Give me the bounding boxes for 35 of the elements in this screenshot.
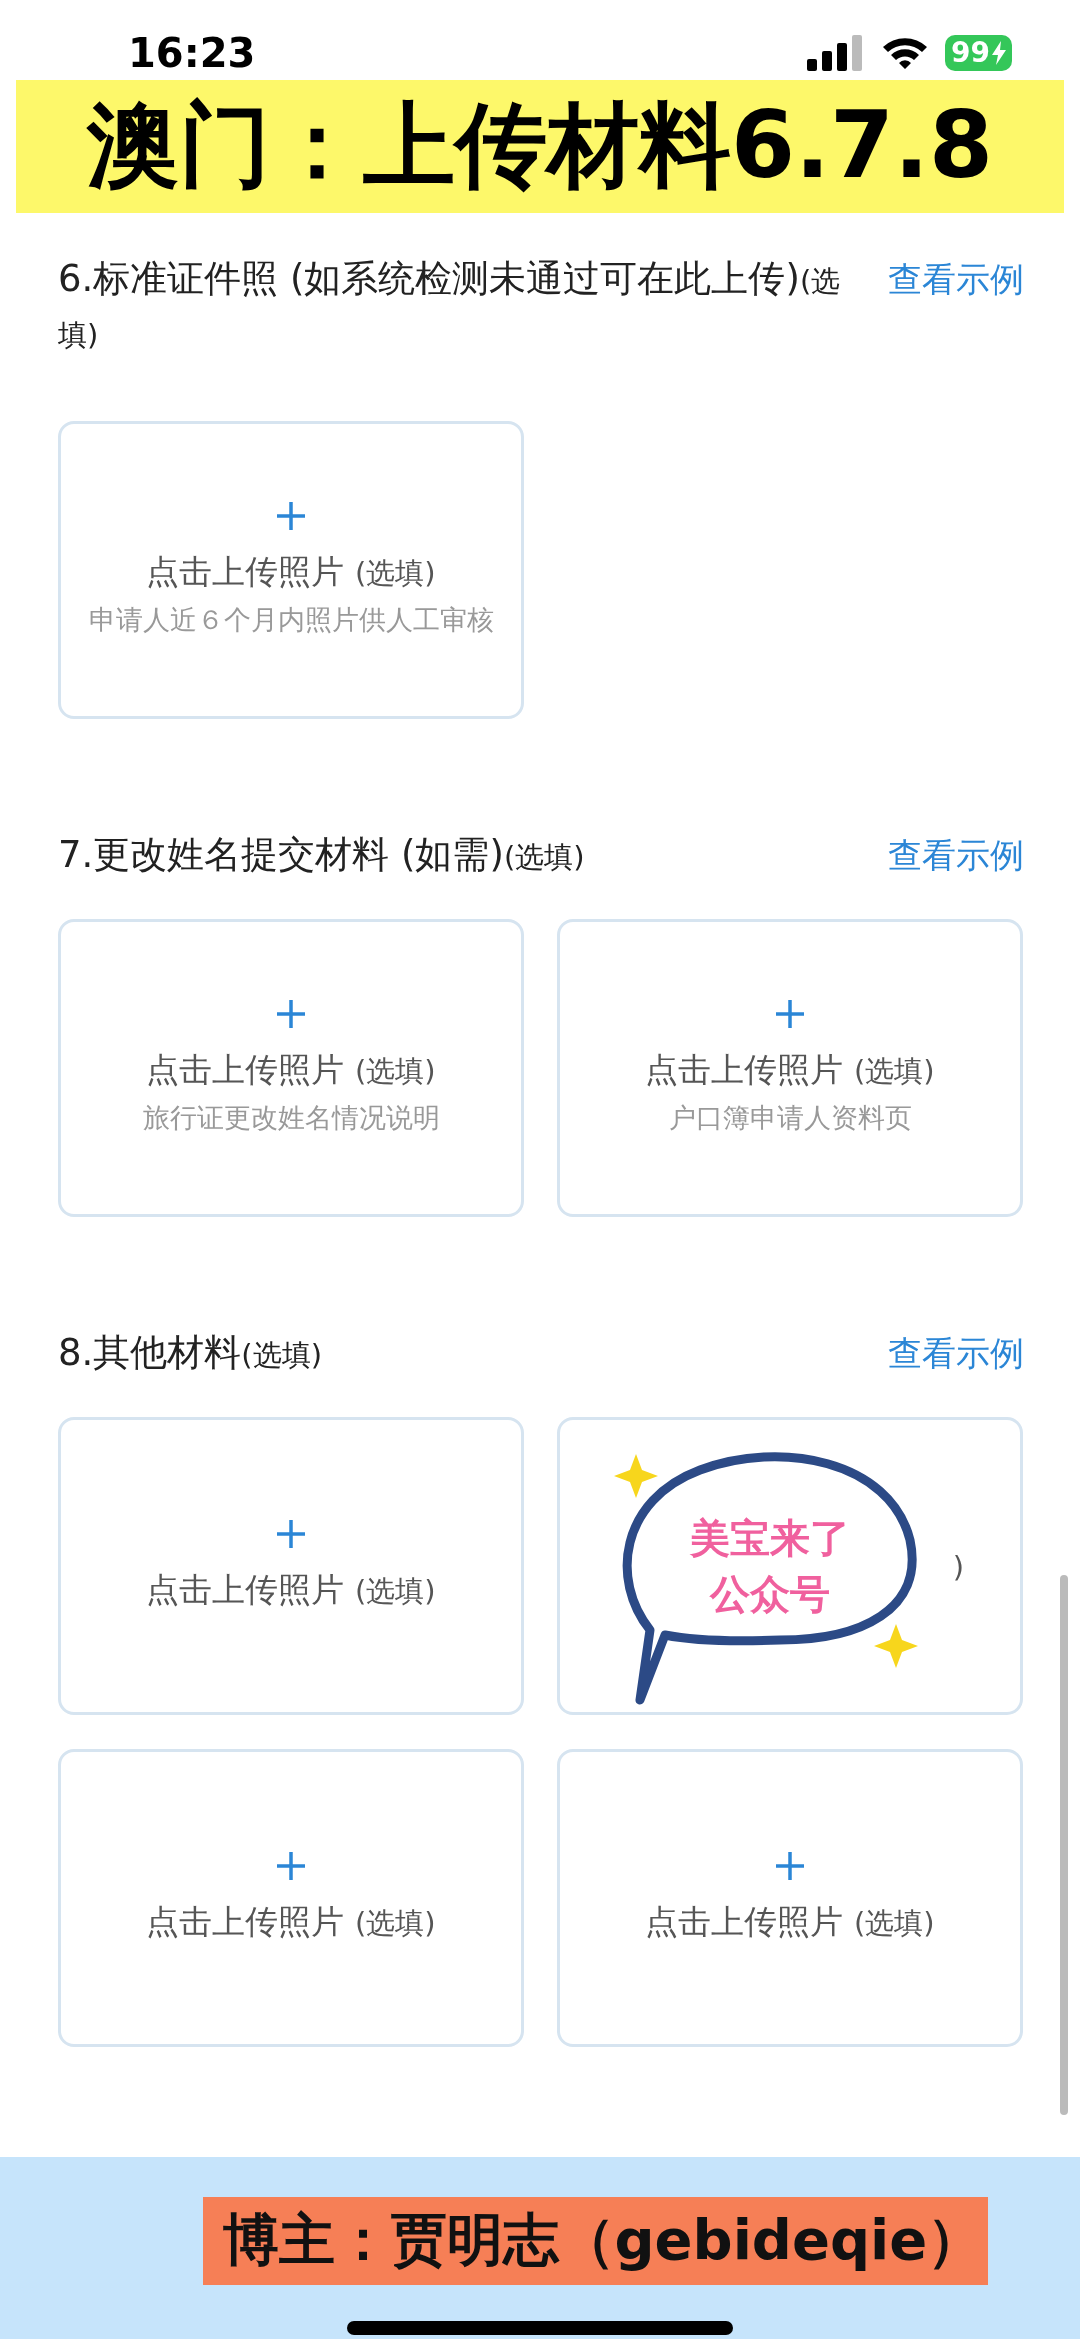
battery-icon: 99 (945, 34, 1012, 71)
upload-label: 点击上传照片 (选填) (146, 551, 436, 594)
banner-title: 澳门：上传材料6.7.8 (87, 91, 993, 202)
example-link[interactable]: 查看示例 (888, 828, 1024, 881)
upload-card[interactable]: 点击上传照片 (选填) (58, 1748, 524, 2047)
upload-label: 点击上传照片 (选填) (146, 1569, 436, 1612)
section-title: 7.更改姓名提交材料 (如需)(选填) (58, 831, 585, 878)
upload-card[interactable]: 点击上传照片 (选填) 户口簿申请人资料页 (557, 918, 1023, 1217)
author-label: 博主：贾明志（gebideqie） (202, 2196, 988, 2285)
upload-card[interactable]: 点击上传照片 (选填) 申请人近６个月内照片供人工审核 (58, 420, 524, 719)
upload-label: 点击上传照片 (选填) (146, 1901, 436, 1944)
status-time: 16:23 (128, 28, 256, 78)
upload-hint: 旅行证更改姓名情况说明 (142, 1101, 440, 1136)
plus-icon (275, 500, 307, 533)
section-title: 8.其他材料(选填) (58, 1329, 322, 1376)
upload-label: 点击上传照片 (选填) (645, 1901, 935, 1944)
upload-card[interactable]: 点击上传照片 (选填) (58, 1416, 524, 1715)
upload-hint: 申请人近６个月内照片供人工审核 (88, 603, 494, 638)
upload-card[interactable]: 点击上传照片 (选填) (557, 1748, 1023, 2047)
example-link[interactable]: 查看示例 (888, 1326, 1024, 1379)
upload-hint: 户口簿申请人资料页 (668, 1101, 912, 1136)
sticker-text: 公众号 (710, 1569, 830, 1619)
upload-card[interactable]: 点击上传照片 (选填) 旅行证更改姓名情况说明 (58, 918, 524, 1217)
example-link[interactable]: 查看示例 (888, 252, 1024, 305)
plus-icon (275, 1850, 307, 1883)
sticker-text: 美宝来了 (690, 1513, 850, 1563)
plus-icon (275, 1518, 307, 1551)
plus-icon (774, 1850, 806, 1883)
upload-label: 点击上传照片 (选填) (645, 1049, 935, 1092)
upload-label: 点击上传照片 (选填) (146, 1049, 436, 1092)
upload-label: ) (952, 1549, 964, 1584)
plus-icon (275, 998, 307, 1031)
upload-card[interactable]: ) 美宝来了 公众号 (557, 1416, 1023, 1715)
plus-icon (774, 998, 806, 1031)
section-title: 6.标准证件照 (如系统检测未通过可在此上传)(选填) (58, 255, 842, 354)
